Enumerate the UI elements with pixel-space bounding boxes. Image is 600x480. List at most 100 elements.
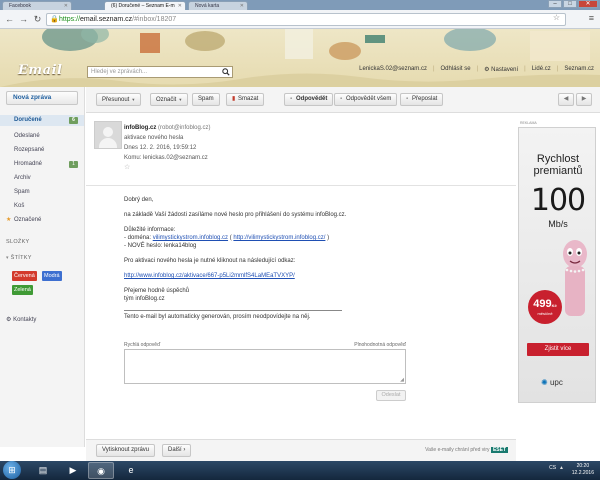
next-button[interactable]: Další › xyxy=(162,444,192,457)
user-email[interactable]: LenickaS.02@seznam.cz xyxy=(359,66,427,73)
chevron-down-icon: ▼ xyxy=(131,97,136,102)
tray-arrow-icon[interactable]: ▲ xyxy=(559,465,564,471)
ad-title-line: premiantů xyxy=(533,165,583,177)
browser-menu-icon[interactable]: ≡ xyxy=(589,13,594,23)
email-header-banner: Email Hledej ve zprávách... LenickaS.02@… xyxy=(0,29,600,87)
star-icon[interactable]: ☆ xyxy=(124,163,210,173)
forward-button[interactable]: ▪ Přeposlat xyxy=(400,93,444,106)
prev-message-button[interactable]: ◀ xyxy=(558,93,574,106)
folder-label: Odeslané xyxy=(14,133,40,139)
email-logo[interactable]: Email xyxy=(18,63,62,78)
tab-seznam-inbox[interactable]: (6) Doručené – Seznam E-m ✕ xyxy=(104,1,186,10)
folder-starred[interactable]: ★ Označené xyxy=(0,215,84,226)
tab-new[interactable]: Nová karta ✕ xyxy=(188,1,248,10)
domain-url-link[interactable]: http://vilimystickystrom.infoblog.cz/ xyxy=(233,235,325,241)
folder-spam[interactable]: Spam xyxy=(0,187,84,198)
message-view: infoBlog.cz (robot@infoblog.cz) aktivace… xyxy=(86,114,516,439)
forward-icon[interactable]: → xyxy=(17,13,30,26)
upc-advertisement[interactable]: Rychlost premiantů 100 Mb/s 499Kč měsíčně… xyxy=(518,127,596,403)
quick-reply-textarea[interactable]: ◢ xyxy=(124,349,406,384)
tab-close-icon[interactable]: ✕ xyxy=(178,2,182,10)
tab-close-icon[interactable]: ✕ xyxy=(64,2,68,10)
price-amount: 499 xyxy=(533,298,552,310)
separator: | xyxy=(524,66,526,72)
search-input[interactable]: Hledej ve zprávách... xyxy=(87,66,233,78)
upc-brand-text: upc xyxy=(549,378,563,387)
new-password: - NOVÉ heslo: lenka14blog xyxy=(124,243,197,249)
url-input[interactable]: 🔒 https://email.seznam.cz/#inbox/18207 xyxy=(46,13,566,26)
tag-green[interactable]: Zelená xyxy=(12,285,33,295)
tab-close-icon[interactable]: ✕ xyxy=(240,2,244,10)
logout-link[interactable]: Odhlásit se xyxy=(441,66,471,73)
ad-unit: Mb/s xyxy=(548,219,568,229)
ad-label: REKLAMA xyxy=(520,121,537,125)
folder-trash[interactable]: Koš xyxy=(0,201,84,212)
folder-bulk[interactable]: Hromadné 1 xyxy=(0,159,84,170)
resize-grip-icon[interactable]: ◢ xyxy=(400,377,404,383)
domain-link[interactable]: vilimystickystrom.infoblog.cz xyxy=(153,235,228,241)
send-button[interactable]: Odeslat xyxy=(376,390,406,401)
settings-link[interactable]: ⚙ Nastavení xyxy=(484,66,518,73)
close-window-icon[interactable]: ✕ xyxy=(578,0,598,8)
activation-text: Pro aktivaci nového hesla je nutné klikn… xyxy=(124,258,296,264)
lide-link[interactable]: Lidé.cz xyxy=(532,66,551,73)
tab-facebook[interactable]: Facebook ✕ xyxy=(2,1,72,10)
reload-icon[interactable]: ↻ xyxy=(31,13,44,26)
chrome-icon[interactable]: ◉ xyxy=(88,462,114,479)
folder-label: Koš xyxy=(14,203,25,209)
bookmark-star-icon[interactable]: ☆ xyxy=(553,13,560,22)
clock-time: 20:20 xyxy=(576,463,590,469)
folder-drafts[interactable]: Rozepsané xyxy=(0,145,84,156)
search-icon[interactable] xyxy=(222,68,230,76)
folder-inbox[interactable]: Doručené 6 xyxy=(0,115,84,126)
folder-archive[interactable]: Archiv xyxy=(0,173,84,184)
folder-label: Archiv xyxy=(14,175,31,181)
reply-button[interactable]: ▪ Odpovědět xyxy=(284,93,334,106)
reply-all-button[interactable]: ▪ Odpovědět všem xyxy=(334,93,398,106)
tag-red[interactable]: Červená xyxy=(12,271,37,281)
activation-link[interactable]: http://www.infoblog.cz/aktivace/667-p5Li… xyxy=(124,273,295,279)
spam-button[interactable]: Spam xyxy=(192,93,220,106)
explorer-icon[interactable]: ▤ xyxy=(30,462,56,479)
ad-title: Rychlost premiantů xyxy=(519,153,595,177)
internet-explorer-icon[interactable]: e xyxy=(118,462,144,479)
sender[interactable]: infoBlog.cz (robot@infoblog.cz) xyxy=(124,123,210,133)
language-indicator[interactable]: CS xyxy=(549,465,556,471)
folder-label: Hromadné xyxy=(14,161,43,167)
separator: | xyxy=(556,66,559,72)
media-player-icon[interactable]: ▶ xyxy=(60,462,86,479)
tag-blue[interactable]: Modrá xyxy=(42,271,62,281)
signature: Přejeme hodně úspěchů tým infoBlog.cz xyxy=(124,287,424,303)
move-button[interactable]: Přesunout ▼ xyxy=(96,93,142,106)
settings-label: Nastavení xyxy=(491,67,519,73)
clock-date: 12.2.2016 xyxy=(571,470,594,476)
contacts-label: Kontakty xyxy=(13,317,37,323)
forward-label: Přeposlat xyxy=(412,96,438,102)
delete-button[interactable]: ▮ Smazat xyxy=(226,93,265,106)
ad-cta-button[interactable]: Zjistit více xyxy=(527,343,589,356)
next-message-button[interactable]: ▶ xyxy=(576,93,592,106)
reply-label: Odpovědět xyxy=(296,96,328,102)
folder-sent[interactable]: Odeslané xyxy=(0,131,84,142)
address-bar-area: ← → ↻ 🔒 https://email.seznam.cz/#inbox/1… xyxy=(0,10,600,29)
chevron-down-icon: ▼ xyxy=(178,97,183,102)
separator: | xyxy=(476,66,479,72)
minimize-icon[interactable]: – xyxy=(548,0,562,8)
back-icon[interactable]: ← xyxy=(3,13,16,26)
price-currency: Kč xyxy=(551,303,557,308)
full-reply-link[interactable]: Plnohodnotná odpověď xyxy=(354,342,406,348)
maximize-icon[interactable]: □ xyxy=(563,0,577,8)
chevron-down-icon: ▾ xyxy=(6,255,9,261)
seznam-link[interactable]: Seznam.cz xyxy=(564,66,594,73)
tags-section-toggle[interactable]: ▾ ŠTÍTKY xyxy=(6,255,32,261)
start-button[interactable]: ⊞ xyxy=(3,461,21,479)
print-button[interactable]: Vytisknout zprávu xyxy=(96,444,156,457)
clock[interactable]: 20:20 12.2.2016 xyxy=(572,463,594,477)
folders-section-toggle[interactable]: SLOŽKY xyxy=(6,239,30,245)
next-label: Další xyxy=(168,447,182,453)
chevron-right-icon: › xyxy=(183,447,186,453)
compose-button[interactable]: Nová zpráva xyxy=(6,91,78,105)
contacts-link[interactable]: ⚙ Kontakty xyxy=(6,316,36,323)
mark-button[interactable]: Označit ▼ xyxy=(150,93,189,106)
divider xyxy=(124,310,342,311)
